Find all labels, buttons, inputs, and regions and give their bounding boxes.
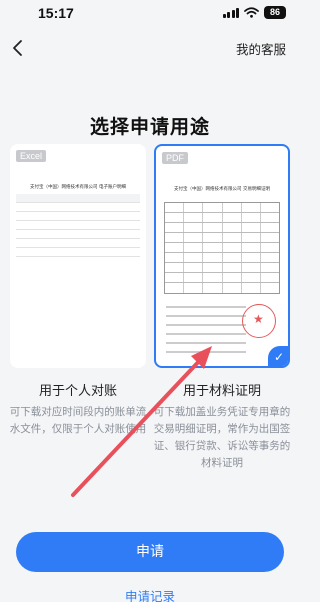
option-label-pdf: 用于材料证明 bbox=[182, 384, 261, 399]
document-preview-title: 支付宝（中国）网络技术有限公司 交易明细证明 bbox=[174, 187, 270, 192]
option-card-excel[interactable]: Excel 支付宝（中国）网络技术有限公司 电子账户明细 bbox=[10, 144, 146, 368]
document-preview-table bbox=[16, 194, 140, 257]
application-records-link[interactable]: 申请记录 bbox=[0, 586, 300, 602]
nav-bar: 我的客服 bbox=[0, 30, 300, 66]
apply-button[interactable]: 申请 bbox=[16, 532, 284, 572]
chevron-left-icon bbox=[13, 40, 22, 56]
wifi-icon bbox=[244, 7, 259, 18]
document-preview-table bbox=[164, 202, 280, 294]
option-description-pdf: 可下载加盖业务凭证专用章的交易明细证明，常作为出国签证、银行贷款、诉讼等事务的材… bbox=[153, 406, 291, 469]
file-type-badge: PDF bbox=[162, 152, 188, 164]
document-preview-notes bbox=[166, 306, 246, 360]
back-button[interactable] bbox=[4, 34, 32, 62]
option-label-excel: 用于个人对账 bbox=[38, 384, 117, 399]
official-seal-icon bbox=[242, 304, 276, 338]
signal-icon bbox=[222, 7, 239, 18]
status-time: 15:17 bbox=[38, 5, 74, 21]
option-description-excel: 可下载对应时间段内的账单流水文件，仅限于个人对账使用 bbox=[9, 406, 147, 435]
page-title: 选择申请用途 bbox=[89, 116, 210, 138]
status-bar: 15:17 86 bbox=[0, 0, 300, 28]
document-preview-title: 支付宝（中国）网络技术有限公司 电子账户明细 bbox=[30, 185, 126, 190]
file-type-badge: Excel bbox=[16, 150, 47, 162]
status-icons: 86 bbox=[222, 6, 286, 19]
customer-service-link[interactable]: 我的客服 bbox=[236, 39, 286, 58]
selected-check-icon: ✓ bbox=[268, 346, 288, 366]
option-card-pdf[interactable]: PDF 支付宝（中国）网络技术有限公司 交易明细证明 ✓ bbox=[154, 144, 290, 368]
battery-icon: 86 bbox=[264, 6, 286, 19]
